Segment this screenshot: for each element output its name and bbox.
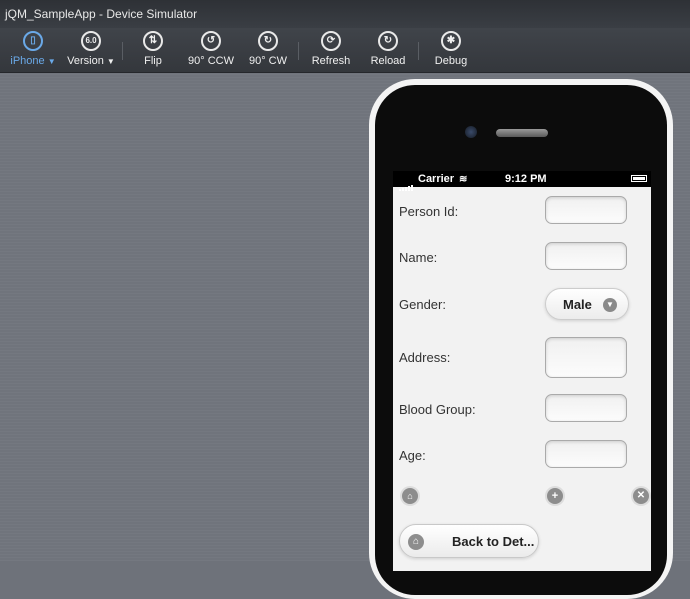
window-title: jQM_SampleApp - Device Simulator (5, 7, 198, 21)
flip-label: Flip (144, 55, 162, 67)
iphone-bezel: Carrier ≋ 9:12 PM Person Id: Name: Gende… (375, 85, 667, 595)
toolbar-divider (298, 42, 299, 60)
reload-label: Reload (370, 55, 406, 67)
bug-icon: ✱ (441, 31, 461, 51)
name-label: Name: (399, 250, 438, 265)
version-label: Version (67, 55, 104, 67)
reload-button[interactable]: ↻ Reload (368, 31, 408, 71)
simulator-toolbar: ▯ iPhone ▼ 6.0 Version ▼ ⇅ Flip ↺ 90° CC… (0, 28, 690, 73)
debug-button[interactable]: ✱ Debug (432, 31, 470, 71)
close-icon-button[interactable]: ✕ (633, 488, 649, 504)
person-id-label: Person Id: (399, 204, 459, 219)
status-bar: Carrier ≋ 9:12 PM (393, 171, 651, 191)
chevron-down-icon: ▼ (603, 298, 617, 312)
phone-icon: ▯ (23, 31, 43, 51)
rotate-cw-label: 90° CW (248, 55, 288, 67)
rotate-cw-icon: ↻ (258, 31, 278, 51)
address-textarea[interactable] (545, 337, 627, 378)
rotate-ccw-button[interactable]: ↺ 90° CCW (186, 31, 236, 71)
flip-button[interactable]: ⇅ Flip (138, 31, 168, 71)
reload-icon: ↻ (378, 31, 398, 51)
gender-select[interactable]: Male ▼ (545, 288, 629, 320)
refresh-label: Refresh (311, 55, 351, 67)
carrier-name: Carrier (418, 173, 455, 185)
age-input[interactable] (545, 440, 627, 468)
iphone-device-frame: Carrier ≋ 9:12 PM Person Id: Name: Gende… (369, 79, 673, 599)
add-icon-button[interactable]: + (547, 488, 563, 504)
home-icon-button[interactable]: ⌂ (402, 488, 418, 504)
toolbar-divider (418, 42, 419, 60)
device-screen: Carrier ≋ 9:12 PM Person Id: Name: Gende… (393, 171, 651, 571)
blood-group-input[interactable] (545, 394, 627, 422)
caret-down-icon: ▼ (47, 57, 56, 66)
version-icon: 6.0 (81, 31, 101, 51)
blood-group-label: Blood Group: (399, 402, 476, 417)
status-time: 9:12 PM (505, 173, 547, 185)
refresh-icon: ⟳ (321, 31, 341, 51)
person-id-input[interactable] (545, 196, 627, 224)
signal-icon (399, 175, 414, 191)
gender-value: Male (563, 297, 592, 312)
flip-icon: ⇅ (143, 31, 163, 51)
debug-label: Debug (434, 55, 468, 67)
rotate-cw-button[interactable]: ↻ 90° CW (246, 31, 290, 71)
device-select-button[interactable]: ▯ iPhone ▼ (10, 31, 56, 71)
home-icon: ⌂ (408, 534, 424, 550)
rotate-ccw-label: 90° CCW (188, 55, 234, 67)
front-camera (465, 126, 477, 138)
gender-label: Gender: (399, 297, 446, 312)
refresh-button[interactable]: ⟳ Refresh (310, 31, 352, 71)
age-label: Age: (399, 448, 426, 463)
wifi-icon: ≋ (459, 174, 468, 185)
rotate-ccw-icon: ↺ (201, 31, 221, 51)
window-titlebar: jQM_SampleApp - Device Simulator (0, 0, 690, 28)
toolbar-divider (122, 42, 123, 60)
name-input[interactable] (545, 242, 627, 270)
version-select-button[interactable]: 6.0 Version ▼ (66, 31, 116, 71)
caret-down-icon: ▼ (106, 57, 115, 66)
back-to-details-button[interactable]: ⌂ Back to Det... (399, 524, 539, 558)
earpiece-speaker (496, 129, 548, 137)
device-label: iPhone (10, 55, 45, 67)
back-button-label: Back to Det... (452, 534, 535, 549)
address-label: Address: (399, 350, 451, 365)
battery-icon (631, 175, 647, 182)
